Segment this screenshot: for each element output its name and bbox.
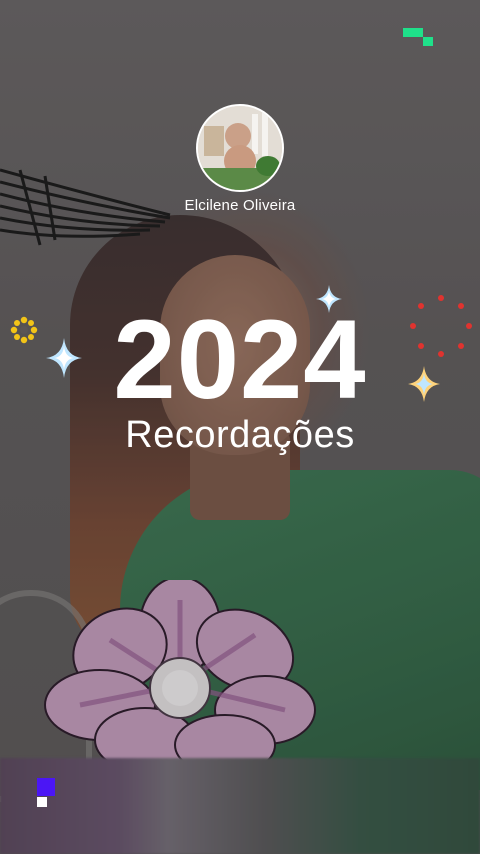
year-title: 2024 [113,297,367,422]
purple-pixel-logo-icon [37,778,55,807]
profile-name: Elcilene Oliveira [184,197,296,214]
baby-photo [198,106,282,190]
avatar[interactable] [196,104,284,192]
recordacoes-subtitle: Recordações [125,414,355,456]
green-pixel-logo-icon [403,28,433,46]
